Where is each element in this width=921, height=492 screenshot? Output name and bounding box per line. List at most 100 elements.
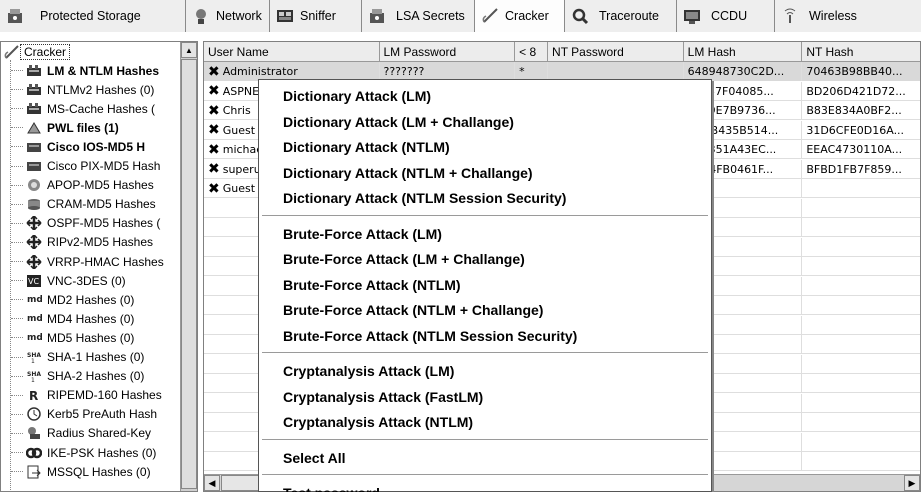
cell-nt-hash: 31D6CFE0D16A...: [802, 121, 920, 140]
tree-item[interactable]: MSSQL Hashes (0): [11, 462, 181, 481]
menu-item-brute-force-attack-lm-challange[interactable]: Brute-Force Attack (LM + Challange): [283, 247, 525, 271]
tree-item[interactable]: RIPv2-MD5 Hashes: [11, 233, 181, 252]
column-header-less-than-8[interactable]: < 8: [515, 42, 549, 62]
tree-connector: [11, 471, 23, 473]
column-header-nt-hash[interactable]: NT Hash: [802, 42, 920, 62]
cell-nt-hash-text: 70463B98BB40...: [806, 65, 903, 78]
menu-item-cryptanalysis-attack-lm[interactable]: Cryptanalysis Attack (LM): [283, 359, 454, 383]
tree-item[interactable]: MS-Cache Hashes (: [11, 99, 181, 118]
menu-item-test-password[interactable]: Test password: [283, 481, 380, 492]
ccdu-icon: [683, 7, 701, 25]
tab-protected-storage[interactable]: Protected Storage: [0, 0, 186, 32]
tree-item-label: Cisco IOS-MD5 H: [47, 139, 146, 154]
cell-nt-hash-text: EEAC4730110A...: [806, 143, 903, 156]
tab-cracker[interactable]: Cracker: [475, 0, 565, 32]
scroll-left-arrow-icon[interactable]: ◀: [204, 475, 220, 491]
tree-item[interactable]: CRAM-MD5 Hashes: [11, 195, 181, 214]
md-icon: md: [25, 292, 43, 308]
tree-item[interactable]: Cisco PIX-MD5 Hash: [11, 157, 181, 176]
menu-item-dictionary-attack-lm-challange[interactable]: Dictionary Attack (LM + Challange): [283, 110, 514, 134]
tree-vertical-scrollbar[interactable]: ▲: [180, 42, 197, 491]
tab-sniffer[interactable]: Sniffer: [270, 0, 362, 32]
scroll-right-arrow-icon[interactable]: ▶: [904, 475, 920, 491]
cell-nt-hash-text: 31D6CFE0D16A...: [806, 123, 905, 137]
radius-icon: [25, 425, 43, 441]
tree-connector: [11, 165, 23, 167]
menu-item-dictionary-attack-ntlm[interactable]: Dictionary Attack (NTLM): [283, 135, 450, 159]
tree-item-label: OSPF-MD5 Hashes (: [47, 216, 161, 231]
tree-item[interactable]: R RIPEMD-160 Hashes: [11, 386, 181, 405]
tree-item[interactable]: PWL files (1): [11, 118, 181, 137]
menu-item-cryptanalysis-attack-fastlm[interactable]: Cryptanalysis Attack (FastLM): [283, 385, 483, 409]
tab-lsa-secrets[interactable]: LSA Secrets: [362, 0, 475, 32]
tree-connector: [11, 127, 23, 129]
tree-item[interactable]: VRRP-HMAC Hashes: [11, 252, 181, 271]
menu-item-select-all[interactable]: Select All: [283, 446, 346, 470]
cell-nt-hash: [802, 179, 920, 198]
tree-item-label: VNC-3DES (0): [47, 273, 126, 288]
context-menu: Dictionary Attack (LM) Dictionary Attack …: [258, 79, 712, 492]
tree-connector: [11, 280, 23, 282]
tab-label: CCDU: [711, 9, 748, 23]
ripemd-icon: R: [25, 387, 43, 403]
sha-icon: SHA 1: [25, 349, 43, 365]
menu-item-brute-force-attack-lm[interactable]: Brute-Force Attack (LM): [283, 222, 442, 246]
tree-item[interactable]: NTLMv2 Hashes (0): [11, 80, 181, 99]
tree-item[interactable]: Radius Shared-Key: [11, 424, 181, 443]
tree-item[interactable]: OSPF-MD5 Hashes (: [11, 214, 181, 233]
tab-ccdu[interactable]: CCDU: [677, 0, 775, 32]
cell-nt-hash: B83E834A0BF2...: [802, 101, 920, 120]
menu-item-brute-force-attack-ntlm-session-security[interactable]: Brute-Force Attack (NTLM Session Securit…: [283, 324, 577, 348]
tree-item[interactable]: md MD2 Hashes (0): [11, 290, 181, 309]
not-cracked-icon: ✖: [208, 180, 220, 197]
cell-user-name-text: Administrator: [222, 65, 298, 78]
tree-item-label: APOP-MD5 Hashes: [47, 178, 154, 193]
cell-nt-hash: [802, 277, 920, 296]
tree-item-label: MD4 Hashes (0): [47, 311, 135, 326]
menu-item-cryptanalysis-attack-ntlm[interactable]: Cryptanalysis Attack (NTLM): [283, 410, 473, 434]
menu-item-brute-force-attack-ntlm[interactable]: Brute-Force Attack (NTLM): [283, 273, 461, 297]
column-header-lm-hash[interactable]: LM Hash: [684, 42, 803, 62]
menu-item-dictionary-attack-ntlm-session-security[interactable]: Dictionary Attack (NTLM Session Security…: [283, 186, 566, 210]
cell-nt-hash: EEAC4730110A...: [802, 140, 920, 159]
cell-lm-hash-text: 648948730C2D...: [687, 65, 785, 78]
tree-root-cracker[interactable]: Cracker: [4, 43, 71, 61]
tree-item[interactable]: md MD4 Hashes (0): [11, 309, 181, 328]
menu-item-brute-force-attack-ntlm-challange[interactable]: Brute-Force Attack (NTLM + Challange): [283, 298, 543, 322]
cell-nt-hash: [802, 218, 920, 237]
not-cracked-icon: ✖: [208, 83, 220, 99]
scroll-thumb[interactable]: [181, 59, 197, 489]
tree-item[interactable]: VC VNC-3DES (0): [11, 271, 181, 290]
tab-network[interactable]: Network: [186, 0, 270, 32]
tab-traceroute[interactable]: Traceroute: [565, 0, 677, 32]
tree-item[interactable]: SHA 1 SHA-2 Hashes (0): [11, 367, 181, 386]
tree-item[interactable]: Kerb5 PreAuth Hash: [11, 405, 181, 424]
column-header-user-name[interactable]: User Name: [204, 42, 380, 62]
cell-nt-hash: [802, 335, 920, 354]
cracker-icon: [4, 44, 20, 60]
tree-connector: [11, 89, 23, 91]
menu-item-dictionary-attack-ntlm-challange[interactable]: Dictionary Attack (NTLM + Challange): [283, 161, 533, 185]
tree-connector: [11, 452, 23, 453]
tab-wireless[interactable]: Wireless: [775, 0, 921, 32]
menu-item-dictionary-attack-lm[interactable]: Dictionary Attack (LM): [283, 84, 431, 108]
column-header-lm-password[interactable]: LM Password: [380, 42, 516, 62]
tree-connector: [11, 241, 23, 243]
tree-item[interactable]: IKE-PSK Hashes (0): [11, 443, 181, 462]
tree-item[interactable]: Cisco IOS-MD5 H: [11, 137, 181, 156]
cell-nt-hash: [802, 199, 920, 218]
tree-item[interactable]: LM & NTLM Hashes: [11, 61, 181, 80]
tree-connector: [11, 261, 23, 262]
tree-item[interactable]: md MD5 Hashes (0): [11, 328, 181, 347]
tree-connector: [11, 432, 23, 434]
svg-text:R: R: [29, 389, 38, 402]
column-header-nt-password[interactable]: NT Password: [548, 42, 684, 62]
menu-separator: [262, 474, 708, 476]
tree-item[interactable]: SHA 1 SHA-1 Hashes (0): [11, 348, 181, 367]
tree-item[interactable]: APOP-MD5 Hashes: [11, 176, 181, 195]
hash-key-icon: [25, 101, 43, 117]
scroll-up-arrow-icon[interactable]: ▲: [181, 42, 197, 58]
cell-nt-hash: [802, 355, 920, 374]
tab-label: Traceroute: [599, 9, 659, 23]
not-cracked-icon: ✖: [208, 122, 220, 138]
